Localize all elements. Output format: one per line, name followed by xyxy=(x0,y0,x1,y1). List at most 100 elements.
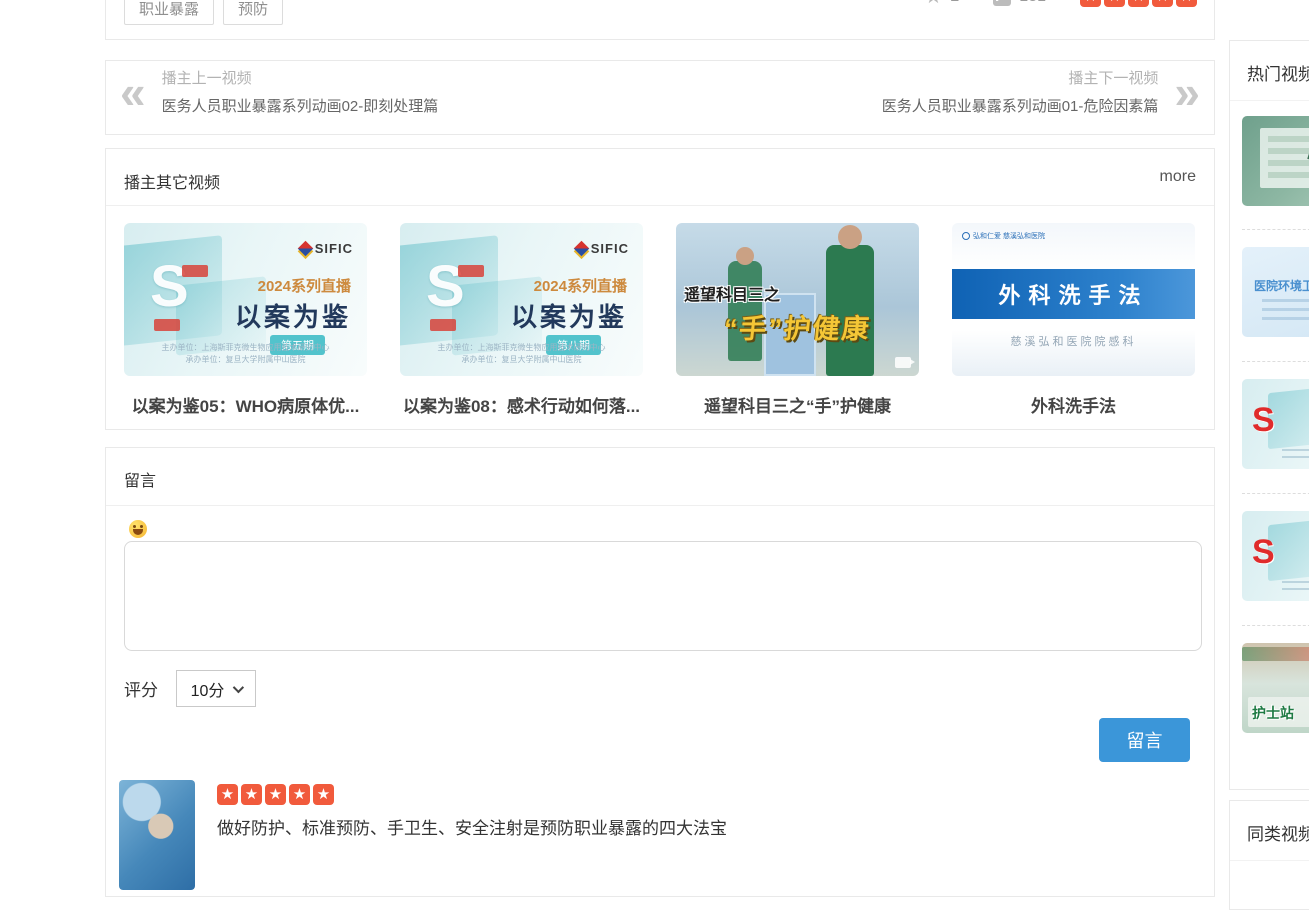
poster-orgs: 主办单位：上海斯菲克微生物应用技术研究中心 承办单位：复旦大学附属中山医院 xyxy=(400,342,643,366)
video-thumbnail[interactable]: S SIFIC 2024系列直播 以案为鉴 第八期 主办单位：上海斯菲克微生物应… xyxy=(400,223,643,376)
video-title[interactable]: 以案为鉴05：WHO病原体优... xyxy=(124,392,367,417)
next-video-label: 播主下一视频 xyxy=(882,67,1159,88)
next-video-link[interactable]: 播主下一视频 医务人员职业暴露系列动画01-危险因素篇 » xyxy=(882,67,1200,116)
star-icon: ★ xyxy=(1176,0,1197,7)
nurse-station-label: 护士站 xyxy=(1252,703,1294,723)
video-title[interactable]: 遥望科目三之“手”护健康 xyxy=(676,392,919,417)
other-videos-section: 播主其它视频 more S SIFIC 2024系列直播 以案为鉴 第五期 主办… xyxy=(105,148,1215,430)
hot-videos-panel: 热门视频 医院环境卫生 S S 护士站 xyxy=(1229,40,1309,790)
prev-next-nav: « 播主上一视频 医务人员职业暴露系列动画02-即刻处理篇 播主下一视频 医务人… xyxy=(105,60,1215,135)
prev-video-link[interactable]: « 播主上一视频 医务人员职业暴露系列动画02-即刻处理篇 xyxy=(120,67,438,116)
hot-video-thumbnail[interactable]: 护士站 xyxy=(1242,643,1309,733)
emoji-picker-icon[interactable] xyxy=(129,520,147,538)
submit-comment-button[interactable]: 留言 xyxy=(1099,718,1190,762)
rating-label: 评分 xyxy=(124,676,158,701)
sific-logo: SIFIC xyxy=(300,241,353,256)
poster-subtitle: 慈溪弘和医院院感科 xyxy=(952,333,1195,349)
video-card: S SIFIC 2024系列直播 以案为鉴 第五期 主办单位：上海斯菲克微生物应… xyxy=(124,223,367,417)
star-icon: ★ xyxy=(241,784,262,805)
divider xyxy=(1242,625,1309,626)
star-icon: ★ xyxy=(265,784,286,805)
hot-video-thumbnail[interactable] xyxy=(1242,116,1309,206)
divider xyxy=(1242,493,1309,494)
similar-videos-header: 同类视频 xyxy=(1230,801,1309,861)
sific-s-mark: S xyxy=(1252,533,1275,572)
divider xyxy=(1242,361,1309,362)
hot-videos-title: 热门视频 xyxy=(1247,60,1309,85)
hot-video-thumbnail[interactable]: 医院环境卫生 xyxy=(1242,247,1309,337)
poster-deco xyxy=(1282,449,1309,461)
other-videos-row: S SIFIC 2024系列直播 以案为鉴 第五期 主办单位：上海斯菲克微生物应… xyxy=(124,223,1195,417)
poster-deco xyxy=(1242,647,1309,661)
video-meta-card: 职业暴露 预防 ★ 2 181 ★ ★ ★ ★ ★ xyxy=(105,0,1215,40)
video-title[interactable]: 外科洗手法 xyxy=(952,392,1195,417)
views-count: 181 xyxy=(1019,0,1046,6)
divider xyxy=(1242,229,1309,230)
slide-title: 医院环境卫生 xyxy=(1254,277,1309,294)
rating-row: 评分 10分 xyxy=(124,670,256,707)
favorite-star-icon: ★ xyxy=(924,0,942,7)
hot-video-thumbnail[interactable]: S xyxy=(1242,379,1309,469)
comment-item: ★ ★ ★ ★ ★ 做好防护、标准预防、手卫生、安全注射是预防职业暴露的四大法宝 xyxy=(119,780,727,890)
tag-occupational-exposure[interactable]: 职业暴露 xyxy=(124,0,214,25)
prev-chevrons-icon: « xyxy=(120,69,146,115)
rating-selected-value: 10分 xyxy=(191,677,225,701)
video-title[interactable]: 以案为鉴08：感术行动如何落... xyxy=(400,392,643,417)
star-icon: ★ xyxy=(1152,0,1173,7)
hot-video-thumbnail[interactable]: S xyxy=(1242,511,1309,601)
hospital-logo-icon xyxy=(962,232,970,240)
sific-s-mark: S xyxy=(1252,401,1275,440)
person-figure xyxy=(736,247,754,265)
comments-header: 留言 xyxy=(106,448,1214,506)
comments-title: 留言 xyxy=(124,467,156,491)
views-icon xyxy=(993,0,1011,6)
rating-select[interactable]: 10分 xyxy=(176,670,256,707)
poster-deco xyxy=(430,319,456,331)
comment-rating-stars: ★ ★ ★ ★ ★ xyxy=(217,784,727,805)
comment-input[interactable] xyxy=(124,541,1202,651)
comments-section: 留言 评分 10分 留言 ★ ★ ★ ★ ★ 做好防护、标准预防、手卫生、安全注… xyxy=(105,447,1215,897)
video-camera-icon xyxy=(895,357,911,368)
poster-line1: 遥望科目三之 xyxy=(684,281,780,305)
favorites-count: 2 xyxy=(950,0,959,6)
video-card: 弘和仁爱 慈溪弘和医院 外科洗手法 慈溪弘和医院院感科 外科洗手法 xyxy=(952,223,1195,417)
video-card: 遥望科目三之 “手”护健康 遥望科目三之“手”护健康 xyxy=(676,223,919,417)
poster-orgs: 主办单位：上海斯菲克微生物应用技术研究中心 承办单位：复旦大学附属中山医院 xyxy=(124,342,367,366)
comment-text: 做好防护、标准预防、手卫生、安全注射是预防职业暴露的四大法宝 xyxy=(217,814,727,839)
poster-topline: 2024系列直播 xyxy=(258,275,351,296)
star-icon: ★ xyxy=(217,784,238,805)
video-thumbnail[interactable]: 遥望科目三之 “手”护健康 xyxy=(676,223,919,376)
similar-videos-title: 同类视频 xyxy=(1247,820,1309,845)
other-videos-header: 播主其它视频 more xyxy=(106,149,1214,206)
video-stats: ★ 2 181 ★ ★ ★ ★ ★ xyxy=(924,0,1200,7)
poster-deco xyxy=(154,319,180,331)
video-thumbnail[interactable]: 弘和仁爱 慈溪弘和医院 外科洗手法 慈溪弘和医院院感科 xyxy=(952,223,1195,376)
poster-watermark: S xyxy=(150,253,189,320)
star-icon: ★ xyxy=(313,784,334,805)
hospital-logo: 弘和仁爱 慈溪弘和医院 xyxy=(962,231,1045,241)
star-icon: ★ xyxy=(1128,0,1149,7)
poster-deco xyxy=(1260,128,1309,188)
person-figure xyxy=(838,225,862,249)
chevron-down-icon xyxy=(233,681,244,692)
tag-prevention[interactable]: 预防 xyxy=(223,0,283,25)
poster-main-title: 以案为鉴 xyxy=(235,297,351,334)
star-icon: ★ xyxy=(1080,0,1101,7)
poster-main-title: 以案为鉴 xyxy=(511,297,627,334)
prev-video-title[interactable]: 医务人员职业暴露系列动画02-即刻处理篇 xyxy=(162,95,439,116)
video-card: S SIFIC 2024系列直播 以案为鉴 第八期 主办单位：上海斯菲克微生物应… xyxy=(400,223,643,417)
poster-topline: 2024系列直播 xyxy=(534,275,627,296)
video-thumbnail[interactable]: S SIFIC 2024系列直播 以案为鉴 第五期 主办单位：上海斯菲克微生物应… xyxy=(124,223,367,376)
star-icon: ★ xyxy=(289,784,310,805)
tag-list: 职业暴露 预防 xyxy=(124,0,283,25)
more-link[interactable]: more xyxy=(1160,168,1196,186)
star-icon: ★ xyxy=(1104,0,1125,7)
hot-videos-header: 热门视频 xyxy=(1230,41,1309,101)
poster-deco xyxy=(182,265,208,277)
poster-deco xyxy=(1282,581,1309,593)
poster-deco xyxy=(1262,299,1309,325)
next-video-title[interactable]: 医务人员职业暴露系列动画01-危险因素篇 xyxy=(882,95,1159,116)
video-rating-stars: ★ ★ ★ ★ ★ xyxy=(1080,0,1200,7)
poster-watermark: S xyxy=(426,253,465,320)
poster-banner: 外科洗手法 xyxy=(952,269,1195,319)
